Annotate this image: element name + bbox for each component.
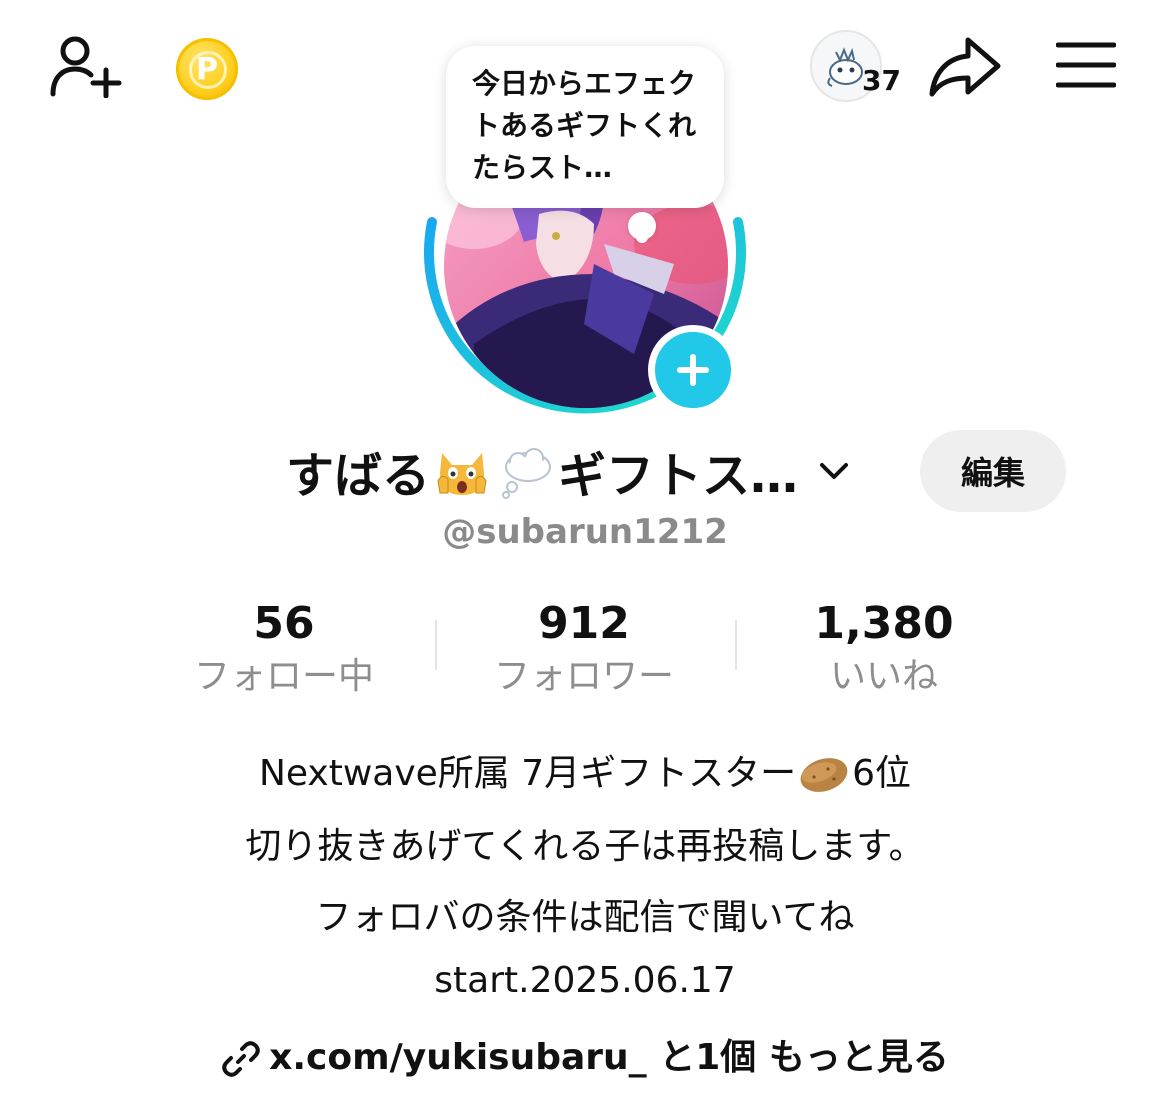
coin-letter: P (196, 51, 218, 87)
share-arrow-icon[interactable] (928, 36, 1002, 98)
bio-link-url[interactable]: x.com/yukisubaru_ (269, 1037, 647, 1078)
bio-link-row: x.com/yukisubaru_ と1個 もっと見る (0, 1028, 1170, 1080)
stat-following[interactable]: 56 フォロー中 (134, 596, 434, 702)
bio-line: フォロバの条件は配信で聞いてね (315, 897, 855, 938)
link-icon (222, 1041, 260, 1077)
display-name-rest: ギフトス… (558, 448, 799, 504)
chevron-down-icon[interactable] (816, 456, 852, 486)
potato-emoji-icon (800, 758, 848, 792)
bio-line1-suffix: 6位 (852, 753, 912, 794)
status-bubble-text: 今日からエフェクトあるギフトくれたらスト… (472, 67, 697, 184)
scream-cat-emoji-icon (437, 453, 487, 495)
bubble-tail-dot-small (636, 231, 648, 243)
bio-link-extra: と1個 (659, 1037, 757, 1078)
display-name[interactable]: すばる ギフトス… (286, 436, 852, 506)
points-coin-icon[interactable]: P (176, 38, 238, 100)
likes-count: 1,380 (814, 598, 954, 649)
thought-balloon-emoji-icon (502, 448, 552, 499)
following-count: 56 (253, 598, 315, 649)
edit-profile-button[interactable]: 編集 (920, 430, 1066, 512)
followers-label: フォロワー (493, 656, 674, 697)
bio-line: start.2025.06.17 (434, 960, 736, 1001)
add-friend-icon[interactable] (48, 34, 122, 98)
bio-line: Nextwave所属 7月ギフトスター 6位 (0, 744, 1170, 796)
add-story-button[interactable] (648, 325, 738, 415)
username: @subarun1212 (442, 512, 728, 552)
likes-label: いいね (829, 656, 938, 697)
see-more-link[interactable]: もっと見る (769, 1037, 949, 1078)
display-name-text: すばる (286, 448, 431, 504)
stat-likes[interactable]: 1,380 いいね (734, 596, 1034, 702)
visitor-count: 37 (862, 64, 901, 97)
stat-followers[interactable]: 912 フォロワー (434, 596, 734, 702)
bio-line: 切り抜きあげてくれる子は再投稿します。 (245, 826, 925, 867)
following-label: フォロー中 (193, 656, 374, 697)
followers-count: 912 (538, 598, 630, 649)
status-bubble[interactable]: 今日からエフェクトあるギフトくれたらスト… (446, 46, 724, 208)
bio-line1-prefix: Nextwave所属 7月ギフトスター (258, 753, 797, 794)
hamburger-menu-icon[interactable] (1056, 40, 1116, 90)
